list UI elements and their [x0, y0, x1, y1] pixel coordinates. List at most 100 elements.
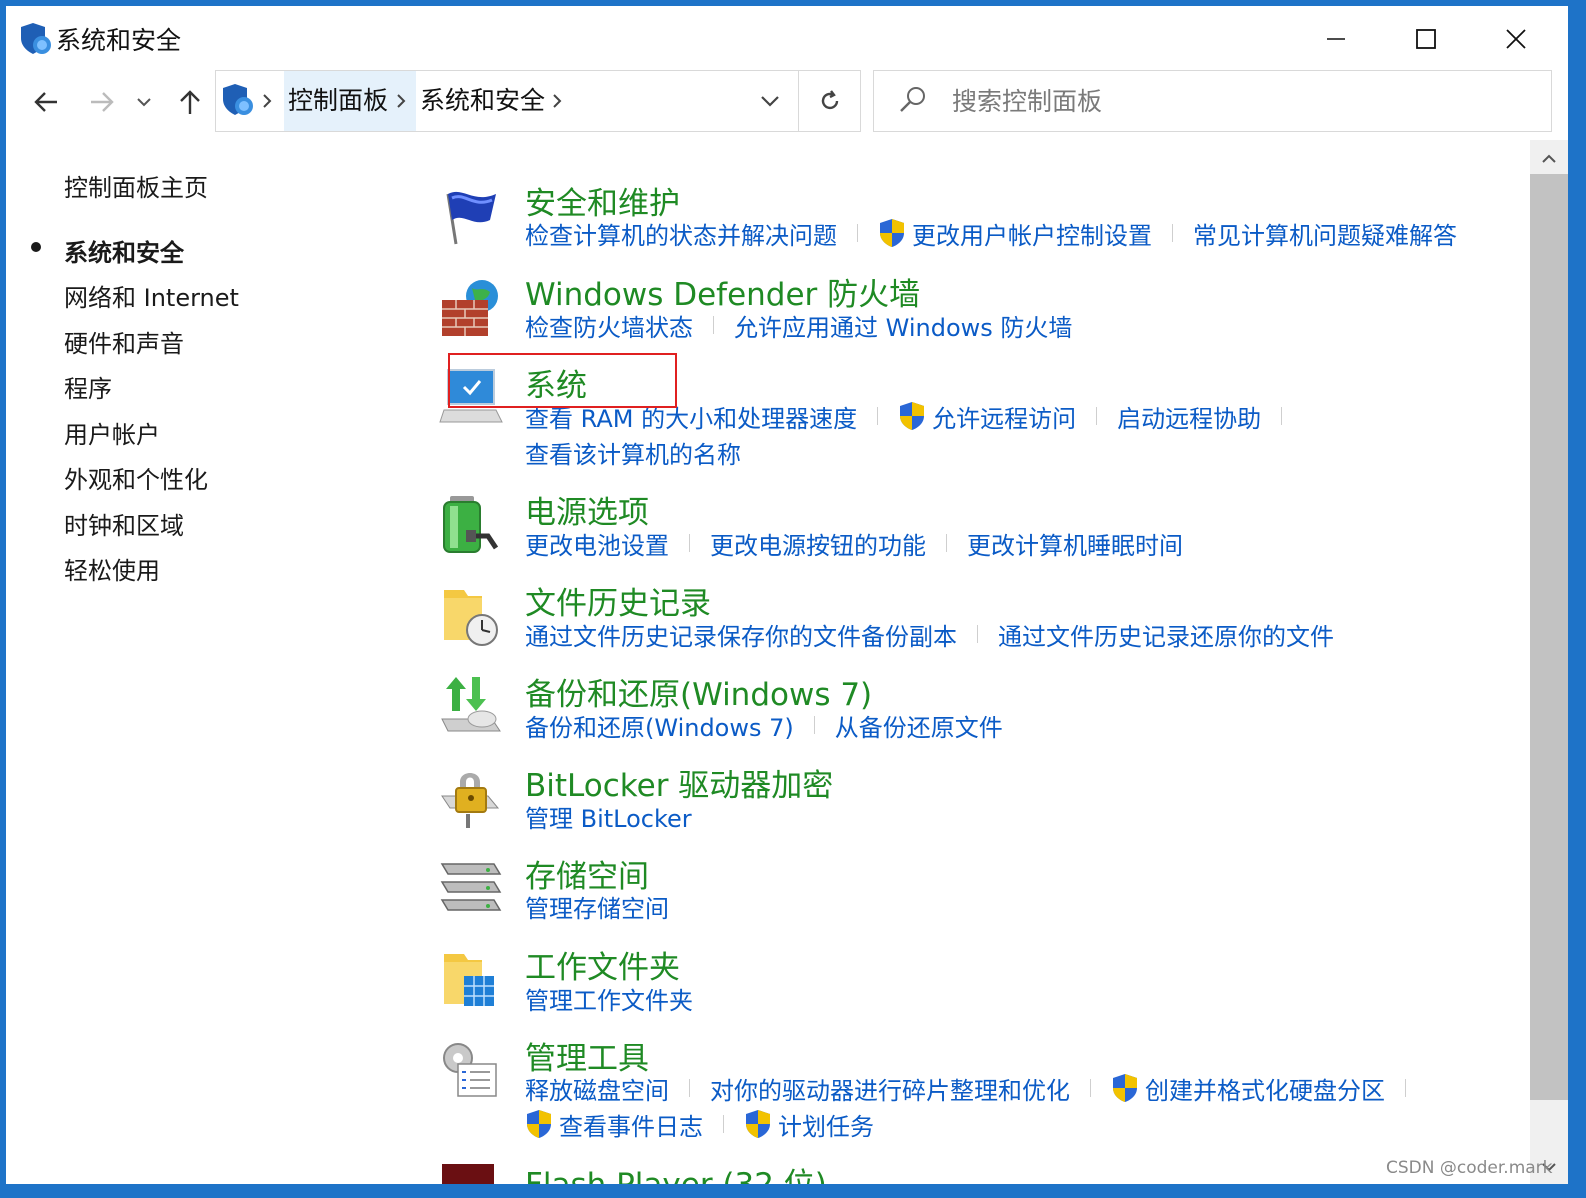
link-manage-work-folders[interactable]: 管理工作文件夹: [525, 981, 693, 1016]
link-check-status[interactable]: 检查计算机的状态并解决问题: [525, 216, 837, 251]
link-separator: [857, 224, 858, 242]
chevron-right-icon: [397, 94, 406, 108]
category-links-admin-tools: 释放磁盘空间 对你的驱动器进行碎片整理和优化 创建并格式化硬盘分区: [525, 1071, 1426, 1106]
category-links-system-2: 查看该计算机的名称: [525, 435, 741, 470]
forward-button[interactable]: [84, 84, 120, 120]
link-label: 更改用户帐户控制设置: [912, 221, 1152, 250]
address-bar[interactable]: 控制面板 系统和安全: [215, 70, 861, 132]
category-links-backup-restore: 备份和还原(Windows 7) 从备份还原文件: [525, 708, 1003, 743]
back-button[interactable]: [28, 84, 64, 120]
link-separator: [723, 1115, 724, 1133]
annotation-highlight-box: [448, 353, 677, 408]
scrollbar-thumb[interactable]: [1530, 174, 1568, 1100]
link-separator: [1405, 1079, 1406, 1097]
link-separator: [1172, 224, 1173, 242]
link-computer-name[interactable]: 查看该计算机的名称: [525, 435, 741, 470]
control-panel-icon: [21, 23, 51, 54]
chevron-down-icon: [137, 98, 151, 107]
refresh-button[interactable]: [812, 83, 848, 119]
title-bar: 系统和安全: [6, 6, 1568, 70]
link-file-restore[interactable]: 通过文件历史记录还原你的文件: [998, 617, 1334, 652]
minimize-button[interactable]: [1306, 14, 1366, 64]
category-title-flash-player[interactable]: Flash Player (32 位): [525, 1159, 827, 1184]
close-button[interactable]: [1486, 14, 1546, 64]
link-label: 查看事件日志: [559, 1112, 703, 1141]
link-separator: [689, 534, 690, 552]
uac-shield-icon: [900, 402, 925, 430]
link-separator: [977, 625, 978, 643]
file-history-icon: [444, 590, 498, 646]
divider: [798, 71, 799, 131]
link-defragment[interactable]: 对你的驱动器进行碎片整理和优化: [710, 1071, 1070, 1106]
link-label: 允许远程访问: [932, 404, 1077, 433]
link-sleep-time[interactable]: 更改计算机睡眠时间: [967, 526, 1183, 561]
chevron-right-icon: [553, 94, 562, 108]
link-separator: [713, 316, 714, 334]
uac-shield-icon: [746, 1110, 770, 1138]
backup-icon: [441, 677, 501, 732]
control-panel-icon: [223, 84, 253, 115]
sidebar-item-appearance[interactable]: 外观和个性化: [64, 460, 208, 495]
link-troubleshoot[interactable]: 常见计算机问题疑难解答: [1193, 216, 1457, 251]
link-separator: [1096, 407, 1098, 425]
scroll-up-button[interactable]: [1530, 144, 1568, 174]
link-power-button[interactable]: 更改电源按钮的功能: [710, 526, 926, 561]
storage-icon: [440, 863, 502, 911]
search-box[interactable]: [873, 70, 1552, 132]
window-title: 系统和安全: [56, 26, 182, 55]
sidebar-item-system-security[interactable]: 系统和安全: [64, 233, 184, 268]
up-button[interactable]: [172, 84, 208, 120]
work-folders-icon: [444, 954, 494, 1006]
sidebar-item-clock-region[interactable]: 时钟和区域: [64, 506, 184, 541]
firewall-icon: [442, 280, 498, 336]
minimize-icon: [1327, 38, 1345, 40]
uac-shield-icon: [1113, 1074, 1137, 1102]
uac-shield-icon: [527, 1110, 551, 1138]
link-separator: [1281, 407, 1283, 425]
refresh-icon: [821, 90, 839, 110]
link-separator: [946, 534, 947, 552]
link-remote-assistance[interactable]: 启动远程协助: [1117, 399, 1261, 434]
link-separator: [813, 716, 815, 734]
link-file-backup[interactable]: 通过文件历史记录保存你的文件备份副本: [525, 617, 957, 652]
link-task-scheduler[interactable]: 计划任务: [744, 1107, 874, 1142]
close-icon: [1506, 29, 1526, 49]
link-disk-partition[interactable]: 创建并格式化硬盘分区: [1111, 1071, 1385, 1106]
sidebar-item-control-panel-home[interactable]: 控制面板主页: [64, 168, 208, 203]
arrow-left-icon: [34, 92, 57, 112]
link-manage-bitlocker[interactable]: 管理 BitLocker: [525, 799, 692, 834]
recent-locations-button[interactable]: [132, 84, 156, 120]
link-separator: [689, 1079, 690, 1097]
link-battery-settings[interactable]: 更改电池设置: [525, 526, 669, 561]
control-panel-window: 系统和安全 控制面板 系统和安全 搜索控制面板 控制面板主页 系统和安全 网络和…: [6, 6, 1568, 1184]
search-input[interactable]: [952, 81, 1512, 121]
link-restore-files[interactable]: 从备份还原文件: [835, 708, 1003, 743]
sidebar-item-programs[interactable]: 程序: [64, 369, 112, 404]
link-free-disk-space[interactable]: 释放磁盘空间: [525, 1071, 669, 1106]
bitlocker-icon: [441, 773, 500, 828]
flash-icon: [442, 1164, 494, 1184]
watermark: CSDN @coder.mark: [1386, 1158, 1553, 1178]
address-dropdown-button[interactable]: [752, 87, 788, 115]
sidebar-item-user-accounts[interactable]: 用户帐户: [64, 415, 160, 450]
chevron-right-icon: [263, 94, 272, 108]
link-firewall-status[interactable]: 检查防火墙状态: [525, 308, 693, 343]
maximize-button[interactable]: [1396, 14, 1456, 64]
active-bullet-icon: [31, 242, 41, 252]
link-separator: [877, 407, 879, 425]
link-remote-access[interactable]: 允许远程访问: [898, 399, 1076, 434]
breadcrumb-label: 系统和安全: [420, 86, 546, 115]
link-backup-restore[interactable]: 备份和还原(Windows 7): [525, 708, 794, 743]
link-allow-app-firewall[interactable]: 允许应用通过 Windows 防火墙: [734, 308, 1072, 343]
sidebar-item-hardware-sound[interactable]: 硬件和声音: [64, 324, 184, 359]
category-links-admin-tools-2: 查看事件日志 计划任务: [525, 1107, 874, 1142]
breadcrumb-system-security[interactable]: 系统和安全: [416, 71, 549, 131]
sidebar-item-network-internet[interactable]: 网络和 Internet: [64, 278, 239, 313]
breadcrumb-label: 控制面板: [288, 86, 389, 115]
link-event-log[interactable]: 查看事件日志: [525, 1107, 703, 1142]
link-separator: [1090, 1079, 1091, 1097]
link-manage-storage[interactable]: 管理存储空间: [525, 889, 669, 924]
link-uac-settings[interactable]: 更改用户帐户控制设置: [878, 216, 1152, 251]
sidebar-item-ease-of-access[interactable]: 轻松使用: [64, 551, 160, 586]
maximize-icon: [1416, 29, 1436, 49]
